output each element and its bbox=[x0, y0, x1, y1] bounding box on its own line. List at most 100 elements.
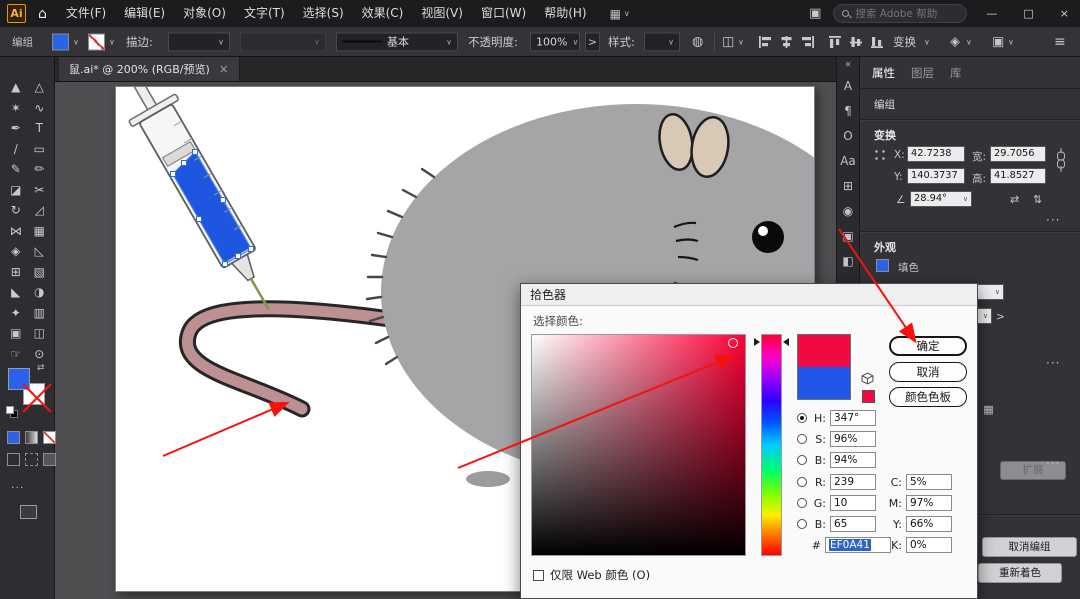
expand-panels-icon[interactable]: « bbox=[845, 57, 851, 73]
color-mode-radio[interactable] bbox=[797, 434, 807, 444]
close-button[interactable]: × bbox=[1053, 7, 1076, 20]
shape-options-icon[interactable]: ◈ bbox=[950, 34, 960, 49]
menu-item[interactable]: 视图(V) bbox=[412, 0, 472, 27]
menu-item[interactable]: 选择(S) bbox=[294, 0, 353, 27]
opentype-panel-icon[interactable]: O bbox=[836, 123, 860, 148]
menu-item[interactable]: 编辑(E) bbox=[115, 0, 174, 27]
opacity-more-button[interactable]: > bbox=[585, 32, 600, 51]
gradient-mode-button[interactable] bbox=[25, 431, 38, 444]
color-value-field[interactable]: 94% bbox=[830, 452, 876, 468]
x-field[interactable]: 42.7238 bbox=[907, 146, 965, 162]
current-color[interactable] bbox=[798, 367, 850, 399]
graphic-styles-panel-icon[interactable]: ▣ bbox=[836, 223, 860, 248]
transform-dropdown[interactable]: 变换 bbox=[893, 34, 916, 50]
selection-tool[interactable]: ▲ bbox=[4, 77, 28, 98]
stroke-caret-icon[interactable]: ∨ bbox=[109, 37, 115, 46]
column-graph-tool[interactable]: ▥ bbox=[28, 303, 52, 324]
tab-layers[interactable]: 图层 bbox=[911, 65, 934, 81]
fill-caret-icon[interactable]: ∨ bbox=[73, 37, 79, 46]
maximize-button[interactable]: □ bbox=[1016, 7, 1040, 20]
color-value-field[interactable]: 0% bbox=[906, 537, 952, 553]
draw-normal-button[interactable] bbox=[7, 453, 20, 466]
scissors-tool[interactable]: ✂ bbox=[28, 180, 52, 201]
color-value-field[interactable]: 96% bbox=[830, 431, 876, 447]
type-tool[interactable]: T bbox=[28, 118, 52, 139]
help-search[interactable] bbox=[833, 4, 967, 23]
artboard-tool[interactable]: ▣ bbox=[4, 323, 28, 344]
slice-tool[interactable]: ◫ bbox=[28, 323, 52, 344]
color-value-field[interactable]: 10 bbox=[830, 495, 876, 511]
color-value-field[interactable]: 97% bbox=[906, 495, 952, 511]
opacity-label[interactable]: 不透明度: bbox=[468, 34, 518, 50]
lasso-tool[interactable]: ∿ bbox=[28, 98, 52, 119]
expand-button[interactable]: 扩展 bbox=[1000, 461, 1066, 480]
panel-menu-icon[interactable]: ≡ bbox=[1054, 34, 1066, 50]
align-bottom-button[interactable] bbox=[870, 35, 885, 49]
color-panel-icon[interactable]: ◧ bbox=[836, 248, 860, 273]
align-left-button[interactable] bbox=[758, 35, 773, 49]
cancel-button[interactable]: 取消 bbox=[889, 362, 967, 382]
draw-behind-button[interactable] bbox=[25, 453, 38, 466]
direct-selection-tool[interactable]: △ bbox=[28, 77, 52, 98]
shape-builder-tool[interactable]: ◈ bbox=[4, 241, 28, 262]
appearance-fill-swatch[interactable] bbox=[876, 259, 889, 272]
color-mode-radio[interactable] bbox=[797, 519, 807, 529]
eyedropper-tool[interactable]: ◣ bbox=[4, 282, 28, 303]
color-field-marker[interactable] bbox=[728, 338, 738, 348]
color-field[interactable] bbox=[531, 334, 746, 556]
style-dropdown[interactable]: ∨ bbox=[644, 32, 680, 51]
default-fill-mini-swatch[interactable] bbox=[6, 406, 14, 414]
in-gamut-color-swatch[interactable] bbox=[862, 390, 875, 403]
appearance-more-icon[interactable]: ··· bbox=[1046, 356, 1060, 370]
hex-color-field[interactable]: EF0A41 bbox=[825, 537, 891, 553]
transform-more-icon[interactable]: ··· bbox=[1046, 213, 1060, 227]
isolate-mode-icon[interactable]: ▣ bbox=[992, 34, 1004, 49]
character-panel-icon[interactable]: A bbox=[836, 73, 860, 98]
menu-item[interactable]: 对象(O) bbox=[174, 0, 235, 27]
magic-wand-tool[interactable]: ✶ bbox=[4, 98, 28, 119]
opacity-dropdown[interactable]: 100% ∨ bbox=[530, 32, 580, 51]
symbol-sprayer-tool[interactable]: ✦ bbox=[4, 303, 28, 324]
hue-pointer-right-icon[interactable] bbox=[783, 338, 789, 346]
hue-slider[interactable] bbox=[761, 334, 782, 556]
out-of-gamut-icon[interactable] bbox=[861, 370, 874, 389]
rectangle-tool[interactable]: ▭ bbox=[28, 139, 52, 160]
app-logo-icon[interactable]: Ai bbox=[7, 4, 26, 23]
color-swatches-button[interactable]: 颜色色板 bbox=[889, 387, 967, 407]
pencil-tool[interactable]: ✏ bbox=[28, 159, 52, 180]
reference-point-selector[interactable] bbox=[872, 147, 888, 163]
tab-libraries[interactable]: 库 bbox=[950, 65, 962, 81]
perspective-grid-tool[interactable]: ◺ bbox=[28, 241, 52, 262]
width-field[interactable]: 29.7056 bbox=[990, 146, 1046, 162]
glyphs-panel-icon[interactable]: ⊞ bbox=[836, 173, 860, 198]
flip-horizontal-icon[interactable]: ⇄ bbox=[1010, 193, 1019, 206]
ok-button[interactable]: 确定 bbox=[889, 336, 967, 356]
edit-toolbar-icon[interactable]: ··· bbox=[11, 481, 25, 494]
mouse-eye[interactable] bbox=[752, 221, 784, 253]
width-profile-dropdown[interactable]: ∨ bbox=[240, 32, 326, 51]
paintbrush-tool[interactable]: ✎ bbox=[4, 159, 28, 180]
ungroup-button[interactable]: 取消编组 bbox=[982, 537, 1077, 557]
arrange-documents-icon[interactable]: ▦ bbox=[610, 7, 621, 21]
workspace-switcher-icon[interactable]: ▣ bbox=[809, 6, 821, 21]
minimize-button[interactable]: — bbox=[979, 7, 1004, 20]
brush-definition-dropdown[interactable]: 基本 ∨ bbox=[336, 32, 458, 51]
color-mode-radio[interactable] bbox=[797, 498, 807, 508]
globe-icon[interactable]: ◍ bbox=[692, 34, 703, 49]
rotate-tool[interactable]: ↻ bbox=[4, 200, 28, 221]
recolor-button[interactable]: 重新着色 bbox=[978, 563, 1062, 583]
swap-fill-stroke-icon[interactable]: ⇄ bbox=[37, 363, 45, 373]
align-right-button[interactable] bbox=[800, 35, 815, 49]
rotation-dropdown[interactable]: 28.94° ∨ bbox=[910, 191, 972, 207]
stroke-weight-dropdown[interactable]: ∨ bbox=[168, 32, 230, 51]
menu-item[interactable]: 窗口(W) bbox=[472, 0, 535, 27]
y-field[interactable]: 140.3737 bbox=[907, 168, 965, 184]
fill-swatch[interactable] bbox=[8, 368, 30, 390]
color-mode-button[interactable] bbox=[7, 431, 20, 444]
zoom-tool[interactable]: ⊙ bbox=[28, 344, 52, 365]
hand-tool[interactable]: ☞ bbox=[4, 344, 28, 365]
web-colors-checkbox[interactable] bbox=[533, 570, 544, 581]
pathfinder-exclude-icon[interactable]: ▦ bbox=[978, 401, 999, 417]
menu-item[interactable]: 帮助(H) bbox=[535, 0, 595, 27]
link-dimensions-icon[interactable] bbox=[1056, 147, 1066, 176]
